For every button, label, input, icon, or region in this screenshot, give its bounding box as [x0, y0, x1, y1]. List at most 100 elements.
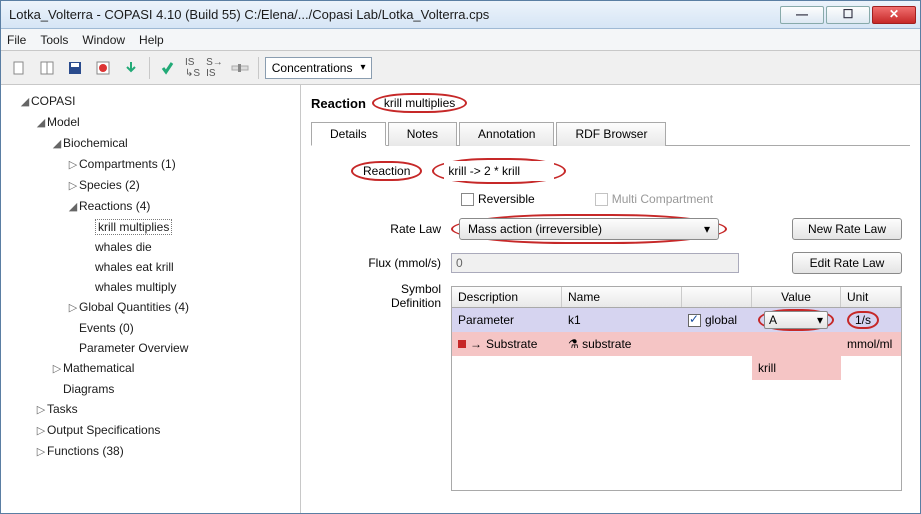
col-name[interactable]: Name: [562, 287, 682, 307]
check-icon[interactable]: [156, 56, 180, 80]
rate-law-dropdown[interactable]: Mass action (irreversible) ▾: [459, 218, 719, 240]
rate-law-highlight: Mass action (irreversible) ▾: [451, 214, 727, 244]
tree-species[interactable]: Species (2): [79, 178, 140, 192]
book-icon[interactable]: [35, 56, 59, 80]
tree-rx-krill-multiplies[interactable]: krill multiplies: [95, 219, 172, 235]
tree-expander[interactable]: ▷: [35, 421, 47, 441]
reaction-input[interactable]: [444, 161, 554, 181]
tree-expander[interactable]: ▷: [51, 359, 63, 379]
reversible-checkbox[interactable]: [461, 193, 474, 206]
tree-expander[interactable]: ▷: [67, 176, 79, 196]
tree-expander[interactable]: ◢: [35, 113, 47, 133]
menu-window[interactable]: Window: [82, 33, 125, 47]
tab-details[interactable]: Details: [311, 122, 386, 146]
panel-heading-name: krill multiplies: [372, 93, 467, 113]
symbol-definition-table: Description Name Value Unit Parameter k1: [451, 286, 902, 491]
square-icon: [458, 340, 466, 348]
new-file-icon[interactable]: [7, 56, 31, 80]
reaction-input-highlight: [432, 158, 566, 184]
slider-icon[interactable]: [228, 56, 252, 80]
col-unit[interactable]: Unit: [841, 287, 901, 307]
save-icon[interactable]: [63, 56, 87, 80]
tree-expander[interactable]: ▷: [67, 298, 79, 318]
label-symbol-definition: Symbol Definition: [351, 282, 451, 310]
tree-parameter-overview[interactable]: Parameter Overview: [79, 341, 188, 355]
tree-compartments[interactable]: Compartments (1): [79, 157, 176, 171]
maximize-button[interactable]: ☐: [826, 6, 870, 24]
tree-tasks[interactable]: Tasks: [47, 402, 78, 416]
table-empty-area: [452, 380, 901, 490]
multi-compartment-label: Multi Compartment: [612, 192, 713, 206]
label-reaction: Reaction: [351, 161, 422, 181]
tree-expander[interactable]: ◢: [67, 197, 79, 217]
arrow-right-icon: [466, 337, 486, 351]
disk-icon[interactable]: [91, 56, 115, 80]
cell-desc: Parameter: [452, 308, 562, 332]
value-dropdown[interactable]: A ▾: [764, 311, 828, 329]
tree-rx-whales-eat-krill[interactable]: whales eat krill: [95, 260, 174, 274]
reversible-label: Reversible: [478, 192, 535, 206]
tree-diagrams[interactable]: Diagrams: [63, 382, 114, 396]
tree-biochemical[interactable]: Biochemical: [63, 136, 128, 150]
table-row-parameter[interactable]: Parameter k1 global A: [452, 308, 901, 332]
menu-tools[interactable]: Tools: [40, 33, 68, 47]
cell-name: k1: [562, 308, 682, 332]
tree-expander[interactable]: ▷: [67, 155, 79, 175]
menu-file[interactable]: File: [7, 33, 26, 47]
col-value[interactable]: Value: [752, 287, 841, 307]
edit-rate-law-button[interactable]: Edit Rate Law: [792, 252, 902, 274]
menu-help[interactable]: Help: [139, 33, 164, 47]
cell-name: substrate: [582, 337, 631, 351]
tree-expander[interactable]: ▷: [35, 442, 47, 462]
toolbar-separator: [258, 57, 259, 79]
window-title: Lotka_Volterra - COPASI 4.10 (Build 55) …: [5, 7, 778, 22]
col-blank[interactable]: [682, 287, 752, 307]
table-row-substrate-value[interactable]: krill: [452, 356, 901, 380]
tree-root[interactable]: COPASI: [31, 94, 75, 108]
global-label: global: [705, 313, 737, 327]
tab-notes[interactable]: Notes: [388, 122, 457, 146]
tree-expander[interactable]: ▷: [35, 400, 47, 420]
tree-events[interactable]: Events (0): [79, 321, 134, 335]
tree-expander[interactable]: ◢: [51, 134, 63, 154]
tab-rdf-browser[interactable]: RDF Browser: [556, 122, 666, 146]
unit-highlight: 1/s: [847, 311, 879, 329]
title-bar[interactable]: Lotka_Volterra - COPASI 4.10 (Build 55) …: [1, 1, 920, 29]
tree-expander[interactable]: ◢: [19, 92, 31, 112]
col-description[interactable]: Description: [452, 287, 562, 307]
is-arrows-icon[interactable]: IS↳S: [184, 56, 201, 80]
new-rate-law-button[interactable]: New Rate Law: [792, 218, 902, 240]
tab-annotation[interactable]: Annotation: [459, 122, 554, 146]
multi-compartment-checkbox: [595, 193, 608, 206]
tree-rx-whales-die[interactable]: whales die: [95, 240, 152, 254]
flux-field: [451, 253, 739, 273]
content-area: ◢COPASI ◢Model ◢Biochemical ▷Compartment…: [1, 85, 920, 513]
tree-output-specifications[interactable]: Output Specifications: [47, 423, 160, 437]
panel-heading-label: Reaction: [311, 96, 366, 111]
s-to-is-icon[interactable]: S→IS: [205, 56, 224, 80]
tree-model[interactable]: Model: [47, 115, 80, 129]
global-checkbox[interactable]: [688, 314, 701, 327]
tree-functions[interactable]: Functions (38): [47, 444, 124, 458]
cell-desc: Substrate: [486, 337, 537, 351]
label-flux: Flux (mmol/s): [351, 256, 451, 270]
toolbar-separator: [149, 57, 150, 79]
minimize-button[interactable]: —: [780, 6, 824, 24]
close-button[interactable]: ✕: [872, 6, 916, 24]
toolbar: IS↳S S→IS Concentrations ▾: [1, 51, 920, 85]
chevron-down-icon: ▾: [817, 313, 823, 327]
menu-bar: File Tools Window Help: [1, 29, 920, 51]
label-rate-law: Rate Law: [351, 222, 451, 236]
tree-global-quantities[interactable]: Global Quantities (4): [79, 300, 189, 314]
vessel-icon: ⚗: [568, 337, 579, 351]
combo-label: Concentrations: [272, 61, 353, 75]
rate-law-value: Mass action (irreversible): [468, 222, 602, 236]
concentrations-combo[interactable]: Concentrations ▾: [265, 57, 373, 79]
tree-rx-whales-multiply[interactable]: whales multiply: [95, 280, 176, 294]
tree-mathematical[interactable]: Mathematical: [63, 361, 134, 375]
value-cell: A: [769, 313, 777, 327]
sidebar-tree[interactable]: ◢COPASI ◢Model ◢Biochemical ▷Compartment…: [1, 85, 301, 513]
download-icon[interactable]: [119, 56, 143, 80]
table-row-substrate[interactable]: Substrate ⚗ substrate mmol/ml: [452, 332, 901, 356]
tree-reactions[interactable]: Reactions (4): [79, 199, 150, 213]
